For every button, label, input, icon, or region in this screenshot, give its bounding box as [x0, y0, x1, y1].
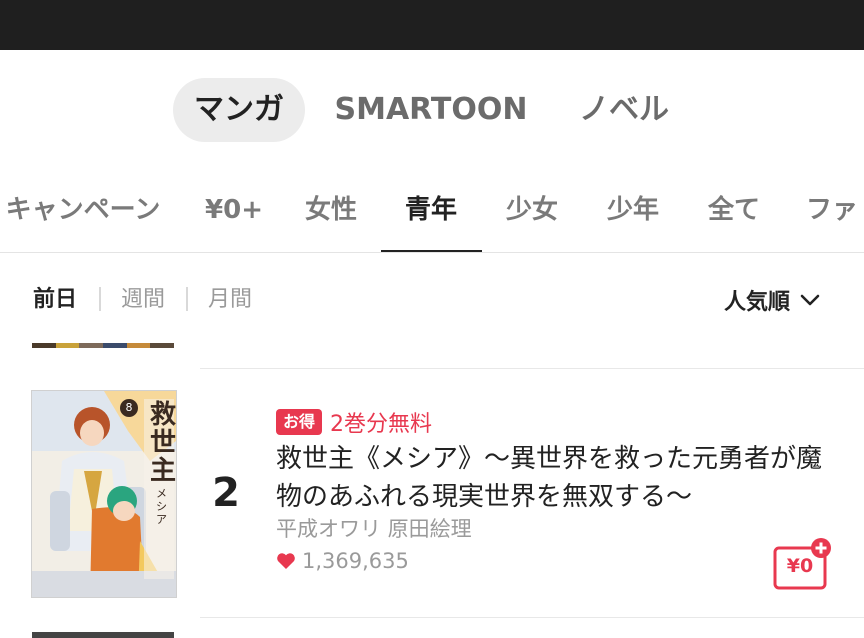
deal-badge: お得 — [276, 409, 323, 435]
period-monthly[interactable]: 月間 — [208, 283, 252, 317]
free-volumes-text: 2巻分無料 — [330, 412, 433, 437]
sort-label: 人気順 — [724, 290, 791, 315]
tab-josei[interactable]: 女性 — [293, 180, 369, 252]
rank-number: 2 — [212, 470, 240, 516]
list-divider — [200, 368, 864, 369]
cover-subtitle: メシア — [156, 487, 167, 526]
tab-shounen[interactable]: 少年 — [595, 180, 671, 252]
heart-icon — [277, 553, 295, 569]
tab-fantasy-partial[interactable]: ファ — [806, 180, 864, 252]
sort-dropdown[interactable]: 人気順 — [724, 283, 820, 317]
chevron-down-icon — [800, 294, 820, 306]
cover-title: 救世主 — [150, 400, 177, 486]
like-count-value: 1,369,635 — [302, 549, 409, 573]
like-count: 1,369,635 — [276, 549, 409, 573]
tab-novel[interactable]: ノベル — [568, 78, 680, 142]
manga-title[interactable]: 救世主《メシア》～異世界を救った元勇者が魔物のあふれる現実世界を無双する～ — [276, 440, 836, 516]
free-read-button[interactable]: ¥0 — [772, 537, 834, 593]
cover-volume-number: 8 — [120, 399, 138, 417]
tab-smartoon[interactable]: SMARTOON — [332, 78, 530, 142]
top-tabs: マンガ SMARTOON ノベル — [0, 78, 864, 142]
tab-manga[interactable]: マンガ — [173, 78, 305, 142]
tabs-divider — [0, 252, 864, 253]
free-read-label: ¥0 — [786, 555, 814, 577]
period-separator — [99, 287, 101, 311]
list-divider — [200, 617, 864, 618]
period-separator — [186, 287, 188, 311]
tab-seinen[interactable]: 青年 — [393, 180, 469, 252]
manga-authors: 平成オワリ 原田絵理 — [276, 517, 472, 541]
tab-shoujo[interactable]: 少女 — [494, 180, 570, 252]
period-weekly[interactable]: 週間 — [121, 283, 165, 317]
period-daily[interactable]: 前日 — [33, 283, 77, 317]
promo-row: お得 2巻分無料 — [276, 406, 432, 438]
tab-yen-free[interactable]: ¥0+ — [196, 180, 272, 252]
previous-item-cover-edge — [32, 343, 175, 348]
next-item-cover-edge — [32, 632, 174, 638]
tab-all[interactable]: 全て — [696, 180, 772, 252]
tab-campaign[interactable]: キャンペーン — [0, 180, 166, 252]
status-bar — [0, 0, 864, 50]
manga-cover[interactable]: 救世主 メシア 8 — [31, 390, 177, 598]
category-tabs: キャンペーン ¥0+ 女性 青年 少女 少年 全て ファ — [0, 180, 864, 252]
